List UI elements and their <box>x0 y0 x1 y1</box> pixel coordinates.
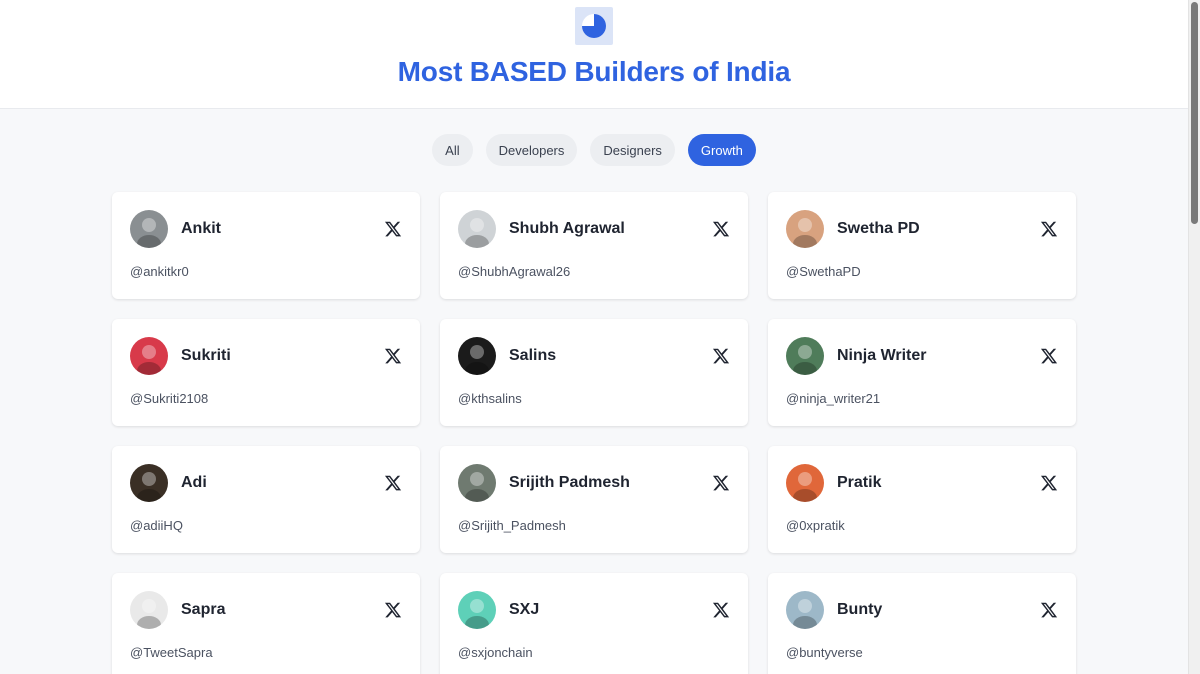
builder-handle: @0xpratik <box>786 518 845 533</box>
filter-bar: All Developers Designers Growth <box>0 134 1188 166</box>
builder-card[interactable]: Ankit @ankitkr0 <box>112 192 420 299</box>
avatar <box>786 591 824 629</box>
avatar <box>458 464 496 502</box>
x-logo-icon[interactable] <box>712 601 730 619</box>
x-logo-icon[interactable] <box>712 347 730 365</box>
avatar <box>786 337 824 375</box>
builder-card[interactable]: Adi @adiiHQ <box>112 446 420 553</box>
x-logo-icon[interactable] <box>1040 474 1058 492</box>
x-logo-icon[interactable] <box>1040 220 1058 238</box>
builder-handle: @TweetSapra <box>130 645 213 660</box>
x-logo-icon[interactable] <box>384 347 402 365</box>
avatar <box>458 337 496 375</box>
avatar <box>786 210 824 248</box>
avatar <box>130 337 168 375</box>
builder-card[interactable]: Ninja Writer @ninja_writer21 <box>768 319 1076 426</box>
builder-card[interactable]: Sukriti @Sukriti2108 <box>112 319 420 426</box>
builder-card[interactable]: Swetha PD @SwethaPD <box>768 192 1076 299</box>
avatar <box>786 464 824 502</box>
x-logo-icon[interactable] <box>384 220 402 238</box>
builder-handle: @SwethaPD <box>786 264 861 279</box>
avatar <box>458 591 496 629</box>
x-logo-icon[interactable] <box>384 474 402 492</box>
builder-handle: @buntyverse <box>786 645 863 660</box>
builder-handle: @kthsalins <box>458 391 522 406</box>
builder-name: Sapra <box>181 601 226 618</box>
builder-name: Pratik <box>837 474 882 491</box>
builder-handle: @adiiHQ <box>130 518 183 533</box>
builder-name: Sukriti <box>181 347 231 364</box>
x-logo-icon[interactable] <box>712 474 730 492</box>
scrollbar[interactable] <box>1188 0 1200 674</box>
builders-grid: Ankit @ankitkr0 Shubh Agrawal @ShubhAgrawal… <box>112 192 1076 674</box>
page-header: Most BASED Builders of India <box>0 0 1188 109</box>
builder-name: Adi <box>181 474 207 491</box>
x-logo-icon[interactable] <box>712 220 730 238</box>
avatar <box>130 210 168 248</box>
page-title: Most BASED Builders of India <box>397 56 791 87</box>
x-logo-icon[interactable] <box>384 601 402 619</box>
builder-name: Swetha PD <box>837 220 920 237</box>
builder-handle: @ankitkr0 <box>130 264 189 279</box>
builder-card[interactable]: Bunty @buntyverse <box>768 573 1076 674</box>
filter-growth-button[interactable]: Growth <box>687 134 756 166</box>
x-logo-icon[interactable] <box>1040 347 1058 365</box>
avatar <box>130 591 168 629</box>
scrollbar-thumb[interactable] <box>1191 2 1198 224</box>
filter-all-button[interactable]: All <box>432 134 473 166</box>
builder-card[interactable]: Pratik @0xpratik <box>768 446 1076 553</box>
builder-handle: @sxjonchain <box>458 645 533 660</box>
builder-name: Srijith Padmesh <box>509 474 630 491</box>
builder-handle: @Sukriti2108 <box>130 391 209 406</box>
avatar <box>458 210 496 248</box>
builder-handle: @ninja_writer21 <box>786 391 881 406</box>
builder-handle: @Srijith_Padmesh <box>458 518 566 533</box>
builder-card[interactable]: Salins @kthsalins <box>440 319 748 426</box>
filter-developers-button[interactable]: Developers <box>485 134 578 166</box>
builder-card[interactable]: Shubh Agrawal @ShubhAgrawal26 <box>440 192 748 299</box>
half-circle-logo-icon[interactable] <box>575 7 613 45</box>
builder-name: Bunty <box>837 601 883 618</box>
x-logo-icon[interactable] <box>1040 601 1058 619</box>
builder-name: Ninja Writer <box>837 347 927 364</box>
builder-card[interactable]: Sapra @TweetSapra <box>112 573 420 674</box>
builder-card[interactable]: SXJ @sxjonchain <box>440 573 748 674</box>
builder-name: Salins <box>509 347 557 364</box>
builder-card[interactable]: Srijith Padmesh @Srijith_Padmesh <box>440 446 748 553</box>
builder-name: Ankit <box>181 220 221 237</box>
builder-name: SXJ <box>509 601 540 618</box>
avatar <box>130 464 168 502</box>
filter-designers-button[interactable]: Designers <box>590 134 675 166</box>
builder-handle: @ShubhAgrawal26 <box>458 264 571 279</box>
builder-name: Shubh Agrawal <box>509 220 625 237</box>
